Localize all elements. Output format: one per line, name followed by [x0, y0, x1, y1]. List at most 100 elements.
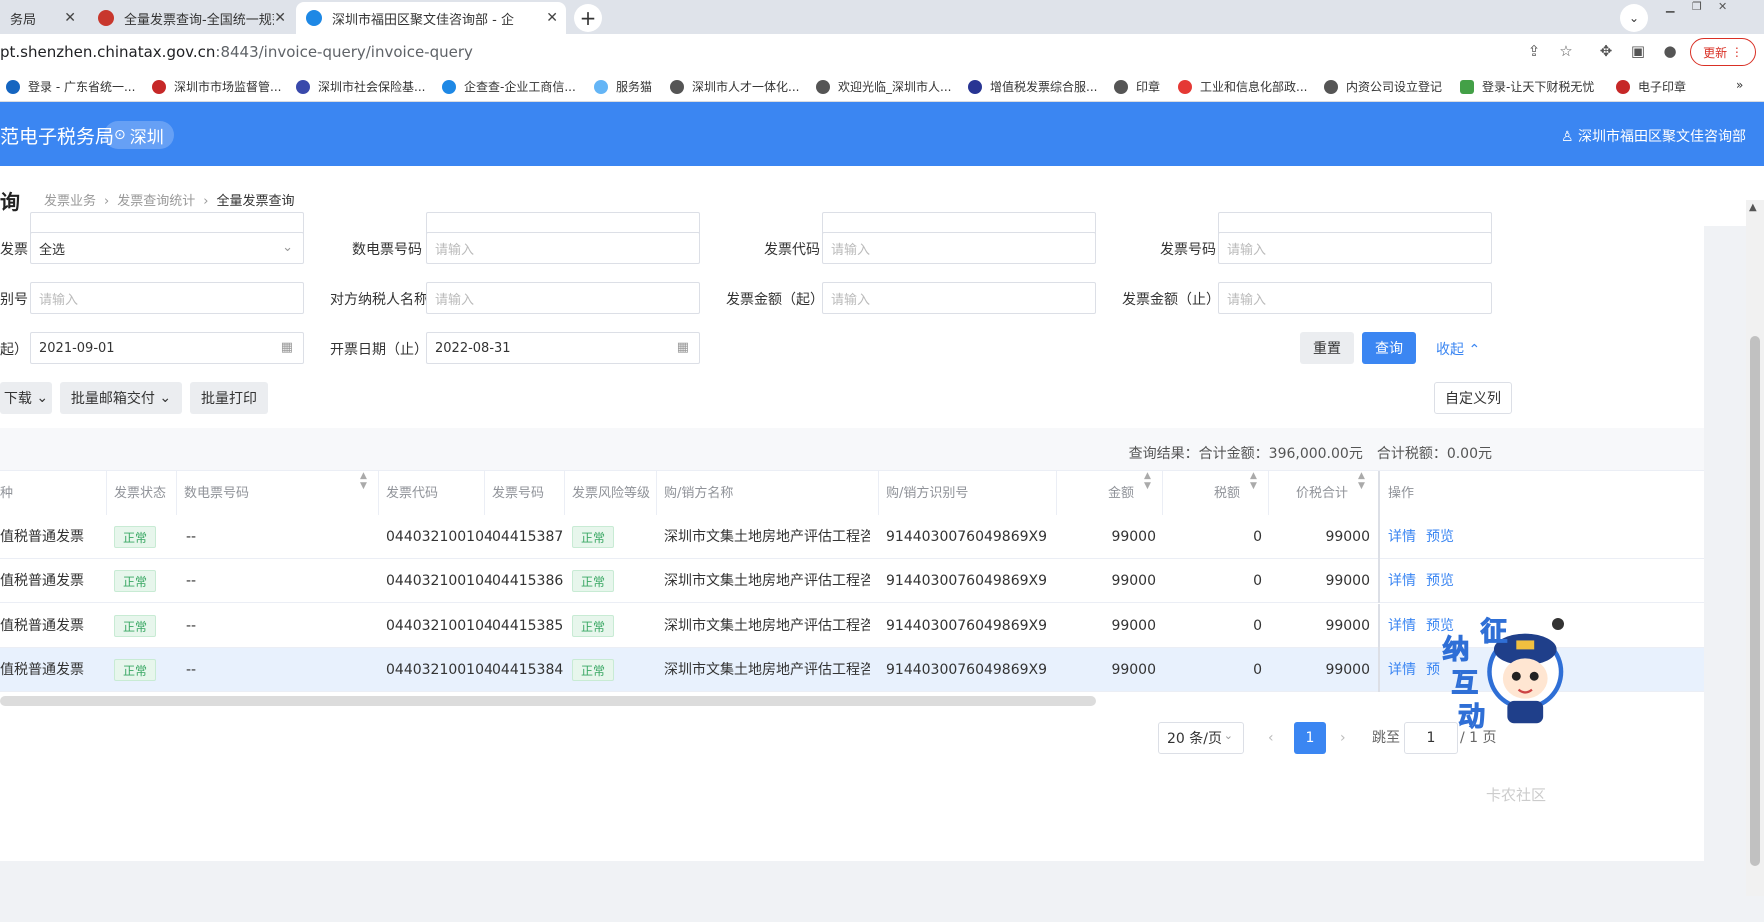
invoice-no-label: 发票号码: [1160, 242, 1216, 258]
collapse-toggle[interactable]: 收起 ⌃: [1436, 339, 1480, 359]
download-dropdown[interactable]: 下载 ⌄: [0, 382, 52, 414]
close-icon[interactable]: ✕: [64, 10, 76, 26]
date-to-label: 开票日期（止）: [330, 342, 428, 358]
scrollbar-thumb[interactable]: [1750, 336, 1760, 866]
cell-tax: 0: [1253, 529, 1262, 545]
close-icon[interactable]: ✕: [274, 10, 286, 26]
tax-id-input[interactable]: 请输入: [30, 282, 304, 314]
browser-tab[interactable]: 务局 ✕: [0, 2, 84, 34]
tab-search-icon[interactable]: ⌄: [1620, 4, 1648, 32]
minimize-icon[interactable]: ▁: [1666, 0, 1674, 16]
status-badge: 正常: [572, 615, 615, 637]
batch-email-dropdown[interactable]: 批量邮箱交付 ⌄: [60, 382, 182, 414]
bookmark-item[interactable]: 登录-让天下财税无忧: [1460, 78, 1594, 95]
amount-from-input[interactable]: 请输入: [822, 282, 1096, 314]
cell-code: 044032100104: [386, 618, 493, 634]
bookmark-item[interactable]: 欢迎光临_深圳市人...: [816, 78, 951, 95]
bookmark-label: 欢迎光临_深圳市人...: [838, 80, 952, 94]
invoice-type-select[interactable]: 全选 ⌄: [30, 232, 304, 264]
date-to-picker[interactable]: 2022-08-31 ▦: [426, 332, 700, 364]
browser-tab-active[interactable]: 深圳市福田区聚文佳咨询部 - 企 ✕: [296, 2, 566, 34]
bookmark-item[interactable]: 服务猫: [594, 78, 652, 95]
cell-party: 深圳市文集土地房地产评估工程咨...: [664, 529, 870, 545]
page-number[interactable]: 1: [1294, 722, 1326, 754]
cell-status: 正常: [114, 604, 157, 648]
custom-columns-button[interactable]: 自定义列: [1434, 382, 1512, 414]
reset-button[interactable]: 重置: [1300, 332, 1354, 364]
tax-mascot-icon[interactable]: 征 纳 互 动: [1438, 612, 1570, 736]
watermark: 卡农社区: [1486, 786, 1547, 804]
calendar-icon: ▦: [280, 340, 293, 355]
prev-page-icon[interactable]: ‹: [1268, 722, 1274, 754]
cell-status: 正常: [114, 515, 157, 559]
city-selector[interactable]: ⊙ 深圳: [104, 121, 174, 149]
breadcrumb-item[interactable]: 发票查询统计: [117, 194, 195, 209]
query-button[interactable]: 查询: [1362, 332, 1416, 364]
col-risk: 发票风险等级: [572, 486, 651, 501]
browser-tab[interactable]: 全量发票查询-全国统一规范电子 ✕: [88, 2, 294, 34]
table-row[interactable]: 值税普通发票 正常 -- 044032100104 04415387 正常 深圳市文集土地房…: [0, 515, 1704, 559]
share-icon[interactable]: ⇪: [1524, 42, 1544, 62]
bookmark-item[interactable]: 电子印章: [1616, 78, 1686, 95]
next-page-icon[interactable]: ›: [1340, 722, 1346, 754]
select-value: 全选: [39, 242, 66, 258]
placeholder: 请输入: [39, 292, 79, 308]
new-tab-button[interactable]: +: [574, 4, 602, 32]
cell-party-id: 9144030076049869X9: [886, 618, 1048, 634]
detail-link[interactable]: 详情: [1388, 515, 1416, 559]
url-host: pt.shenzhen.chinatax.gov.cn: [0, 43, 216, 61]
user-menu[interactable]: ♙ 深圳市福田区聚文佳咨询部: [1561, 126, 1746, 146]
party-name-input[interactable]: 请输入: [426, 282, 700, 314]
bookmark-item[interactable]: 深圳市社会保险基...: [296, 78, 425, 95]
breadcrumb-item[interactable]: 发票业务: [44, 194, 96, 209]
horizontal-scrollbar[interactable]: [0, 696, 1096, 706]
e-invoice-no-input[interactable]: 请输入: [426, 232, 700, 264]
column-divider: [1378, 604, 1380, 648]
table-row[interactable]: 值税普通发票 正常 -- 044032100104 04415386 正常 深圳市文集土地房…: [0, 559, 1704, 603]
bookmark-item[interactable]: 企查查-企业工商信...: [442, 78, 576, 95]
sort-icon[interactable]: ▲ ▼: [1144, 471, 1151, 491]
window-close-icon[interactable]: ✕: [1718, 0, 1727, 16]
amount-to-input[interactable]: 请输入: [1218, 282, 1492, 314]
sidepanel-icon[interactable]: ▣: [1628, 42, 1648, 62]
bookmark-item[interactable]: 内资公司设立登记: [1324, 78, 1442, 95]
sort-icon[interactable]: ▲ ▼: [1250, 471, 1257, 491]
cell-code: 044032100104: [386, 573, 493, 589]
scroll-up-icon[interactable]: ▲: [1749, 202, 1757, 213]
date-from-picker[interactable]: 2021-09-01 ▦: [30, 332, 304, 364]
extensions-icon[interactable]: ✥: [1596, 42, 1616, 62]
star-icon[interactable]: ☆: [1556, 42, 1576, 62]
vertical-scrollbar[interactable]: ▲: [1746, 200, 1764, 896]
detail-link[interactable]: 详情: [1388, 559, 1416, 603]
profile-icon[interactable]: ●: [1660, 42, 1680, 62]
sort-icon[interactable]: ▲ ▼: [1358, 471, 1365, 491]
bookmark-item[interactable]: 深圳市人才一体化...: [670, 78, 799, 95]
detail-link[interactable]: 详情: [1388, 648, 1416, 692]
invoice-no-input[interactable]: 请输入: [1218, 232, 1492, 264]
close-icon[interactable]: ✕: [546, 10, 558, 26]
restore-icon[interactable]: ❐: [1692, 0, 1702, 16]
cell-risk: 正常: [572, 515, 615, 559]
bookmark-item[interactable]: 增值税发票综合服...: [968, 78, 1097, 95]
bookmark-item[interactable]: 印章: [1114, 78, 1160, 95]
preview-link[interactable]: 预览: [1426, 515, 1454, 559]
invoice-code-input[interactable]: 请输入: [822, 232, 1096, 264]
more-bookmarks-icon[interactable]: »: [1736, 78, 1743, 92]
download-label: 下载: [3, 391, 32, 407]
bookmark-label: 深圳市市场监督管...: [174, 80, 282, 94]
bookmark-item[interactable]: 登录 - 广东省统一...: [6, 78, 135, 95]
bookmark-item[interactable]: 工业和信息化部政...: [1178, 78, 1307, 95]
batch-print-button[interactable]: 批量打印: [190, 382, 268, 414]
page-size-select[interactable]: 20 条/页 ⌄: [1158, 722, 1244, 754]
tax-emblem-icon: [98, 10, 114, 26]
sort-icon[interactable]: ▲ ▼: [360, 471, 367, 491]
detail-link[interactable]: 详情: [1388, 604, 1416, 648]
bookmark-item[interactable]: 深圳市市场监督管...: [152, 78, 281, 95]
update-button[interactable]: 更新 ⋮: [1690, 38, 1756, 66]
preview-link[interactable]: 预览: [1426, 559, 1454, 603]
url-field[interactable]: pt.shenzhen.chinatax.gov.cn:8443/invoice…: [0, 43, 473, 61]
shield-icon: [6, 79, 20, 94]
cell-status: 正常: [114, 648, 157, 692]
column-divider: [1378, 648, 1380, 692]
custom-columns-label: 自定义列: [1445, 391, 1501, 407]
